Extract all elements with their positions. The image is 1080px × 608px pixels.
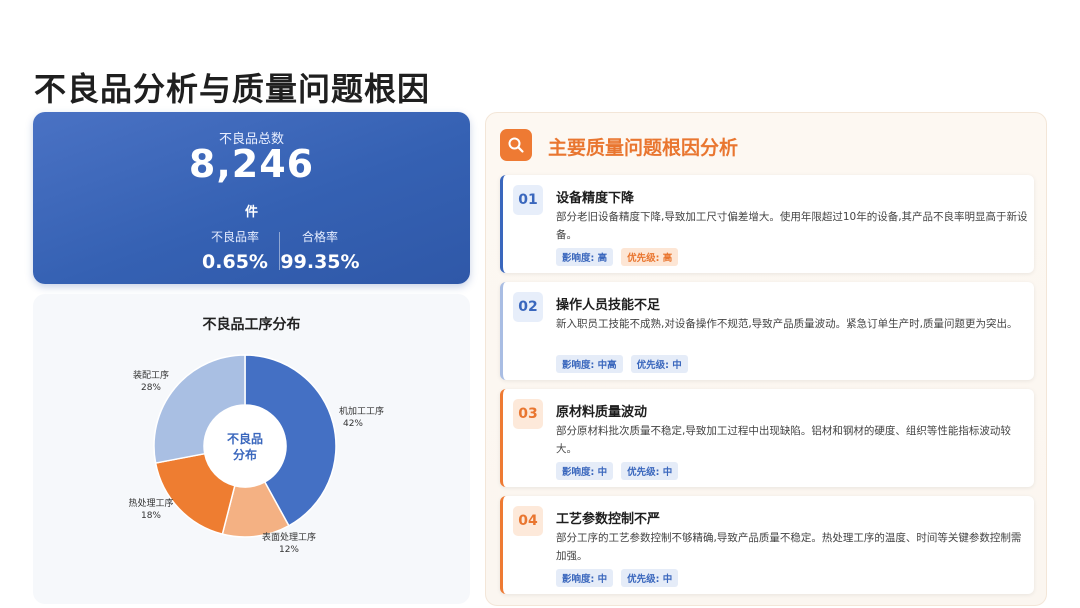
priority-badge: 优先级: 中 — [621, 462, 679, 480]
slice-value-label: 42% — [343, 419, 363, 429]
total-defects-unit: 件 — [244, 205, 258, 220]
defect-rate-stat: 不良品率 0.65% — [190, 228, 280, 273]
cause-card: 03 原材料质量波动 部分原材料批次质量不稳定,导致加工过程中出现缺陷。铝材和钢… — [500, 389, 1034, 487]
cause-title: 工艺参数控制不严 — [556, 512, 661, 527]
cause-description: 部分原材料批次质量不稳定,导致加工过程中出现缺陷。铝材和钢材的硬度、组织等性能指… — [556, 425, 1011, 455]
panel-title: 主要质量问题根因分析 — [548, 137, 739, 159]
pass-rate-label: 合格率 — [301, 230, 338, 244]
cause-title: 原材料质量波动 — [556, 405, 648, 420]
total-defects-value: 8,246 — [188, 142, 315, 186]
cause-description: 部分老旧设备精度下降,导致加工尺寸偏差增大。使用年限超过10年的设备,其产品不良… — [556, 211, 1028, 241]
defect-rate-value: 0.65% — [202, 251, 268, 273]
page-title: 不良品分析与质量问题根因 — [34, 70, 431, 108]
cause-card: 04 工艺参数控制不严 部分工序的工艺参数控制不够精确,导致产品质量不稳定。热处… — [500, 496, 1034, 594]
slice-value-label: 18% — [141, 511, 161, 521]
cause-title: 操作人员技能不足 — [556, 298, 661, 313]
donut-center-label: 分布 — [233, 447, 257, 462]
slice-value-label: 12% — [279, 545, 299, 555]
impact-badge: 影响度: 中 — [556, 462, 614, 480]
cause-description: 部分工序的工艺参数控制不够精确,导致产品质量不稳定。热处理工序的温度、时间等关键… — [556, 532, 1022, 562]
pass-rate-stat: 合格率 99.35% — [275, 228, 365, 273]
slice-category-label: 机加工工序 — [339, 405, 384, 417]
donut-center-label: 不良品 — [227, 431, 263, 446]
slice-category-label: 装配工序 — [133, 369, 169, 381]
priority-badge: 优先级: 中 — [621, 569, 679, 587]
priority-badge: 优先级: 高 — [621, 248, 679, 266]
cause-number: 01 — [513, 185, 543, 215]
pass-rate-value: 99.35% — [280, 251, 360, 273]
donut-center — [204, 405, 286, 487]
slice-category-label: 表面处理工序 — [262, 531, 316, 543]
cause-title: 设备精度下降 — [556, 191, 635, 206]
cause-number: 04 — [513, 506, 543, 536]
donut-chart: 机加工工序 42% 表面处理工序 12% 热处理工序 18% 装配工序 28% 不良品分布 — [128, 354, 384, 555]
impact-badge: 影响度: 中 — [556, 569, 614, 587]
cause-number: 03 — [513, 399, 543, 429]
impact-badge: 影响度: 高 — [556, 248, 614, 266]
cause-number: 02 — [513, 292, 543, 322]
search-icon — [500, 129, 532, 161]
defect-summary-card: 不良品总数 8,246 件 不良品率 0.65% 合格率 99.35% — [33, 112, 470, 284]
defect-rate-label: 不良品率 — [210, 230, 259, 244]
root-cause-panel: 主要质量问题根因分析 01 设备精度下降 部分老旧设备精度下降,导致加工尺寸偏差… — [485, 112, 1047, 606]
cause-card: 01 设备精度下降 部分老旧设备精度下降,导致加工尺寸偏差增大。使用年限超过10… — [500, 175, 1034, 273]
cause-description: 新入职员工技能不成熟,对设备操作不规范,导致产品质量波动。紧急订单生产时,质量问… — [556, 318, 1018, 330]
impact-badge: 影响度: 中高 — [556, 355, 623, 373]
process-distribution-card: 不良品工序分布 机加工工序 42% 表面处理工序 12% 热处理工序 18% 装配工序 28%… — [33, 294, 470, 604]
priority-badge: 优先级: 中 — [630, 355, 688, 373]
slice-category-label: 热处理工序 — [128, 497, 173, 509]
slice-value-label: 28% — [141, 383, 161, 393]
cause-card: 02 操作人员技能不足 新入职员工技能不成熟,对设备操作不规范,导致产品质量波动… — [500, 282, 1034, 380]
